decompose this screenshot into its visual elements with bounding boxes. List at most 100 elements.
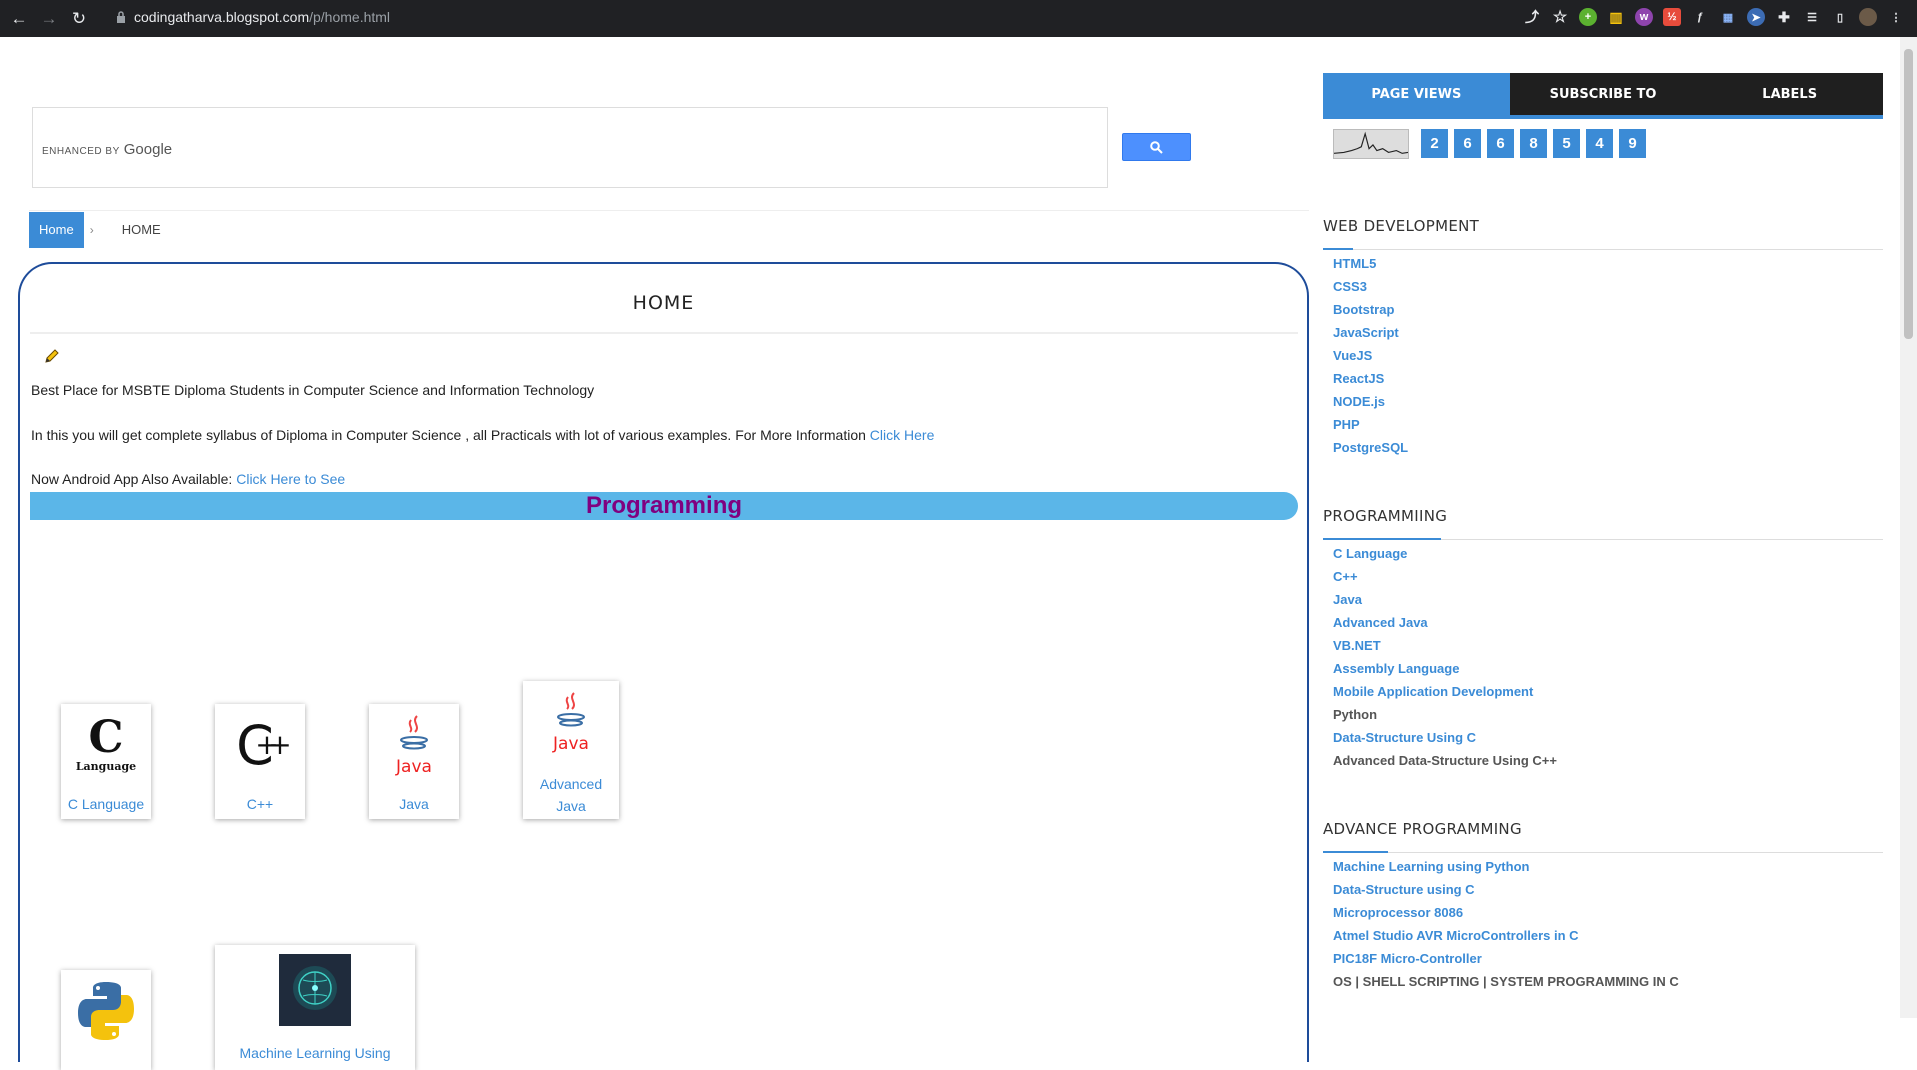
sidebar-link[interactable]: Data-Structure Using C	[1333, 730, 1476, 745]
sidebar-link[interactable]: PostgreSQL	[1333, 440, 1408, 455]
widget-divider	[1323, 851, 1883, 853]
extension-math-icon[interactable]: ½	[1663, 8, 1681, 26]
sidebar-link[interactable]: Machine Learning using Python	[1333, 859, 1529, 874]
search-input[interactable]: ENHANCED BY Google	[32, 107, 1108, 188]
forward-icon[interactable]: →	[38, 8, 60, 30]
sidebar-link[interactable]: C++	[1333, 569, 1358, 584]
list-item: C++	[1333, 565, 1557, 588]
svg-text:+: +	[255, 728, 278, 761]
list-item: PostgreSQL	[1333, 436, 1408, 459]
menu-kebab-icon[interactable]: ⋮	[1887, 8, 1905, 26]
sidebar-link[interactable]: PIC18F Micro-Controller	[1333, 951, 1482, 966]
list-item: Java	[1333, 588, 1557, 611]
search-icon	[1150, 140, 1163, 154]
sidebar-link[interactable]: OS | SHELL SCRIPTING | SYSTEM PROGRAMMIN…	[1333, 970, 1679, 993]
widget-divider	[1323, 248, 1883, 250]
sidebar-link[interactable]: HTML5	[1333, 256, 1376, 271]
sidebar-link[interactable]: VueJS	[1333, 348, 1372, 363]
tab-labels[interactable]: LABELS	[1696, 73, 1883, 115]
tab-subscribe-to[interactable]: SUBSCRIBE TO	[1510, 73, 1697, 115]
web-development-title: WEB DEVELOPMENT	[1323, 217, 1480, 235]
list-item: Mobile Application Development	[1333, 680, 1557, 703]
google-logo: Google	[123, 141, 173, 158]
card-machine-learning[interactable]: Machine Learning Using	[215, 945, 415, 1070]
programming-heading: Programming	[30, 492, 1298, 520]
profile-avatar[interactable]	[1859, 8, 1877, 26]
sidebar-link[interactable]: ReactJS	[1333, 371, 1384, 386]
sidebar-link[interactable]: Python	[1333, 703, 1557, 726]
breadcrumb-current: HOME	[121, 222, 161, 237]
widget-divider	[1323, 538, 1883, 540]
sidebar-link[interactable]: Advanced Java	[1333, 615, 1428, 630]
card-python[interactable]	[61, 970, 151, 1070]
extension-cursor-icon[interactable]: ➤	[1747, 8, 1765, 26]
pageview-digit: 6	[1454, 129, 1481, 158]
browser-toolbar: ← → ↻ codingatharva.blogspot.com/p/home.…	[0, 0, 1917, 37]
extension-green-icon[interactable]: +	[1579, 8, 1597, 26]
list-item: Machine Learning using Python	[1333, 855, 1679, 878]
sidebar-link[interactable]: Atmel Studio AVR MicroControllers in C	[1333, 928, 1579, 943]
brain-icon	[279, 954, 351, 1026]
address-bar[interactable]: codingatharva.blogspot.com/p/home.html	[116, 9, 390, 25]
search-button[interactable]	[1122, 133, 1191, 161]
extension-w-icon[interactable]: w	[1635, 8, 1653, 26]
more-info-link[interactable]: Click Here	[870, 427, 935, 443]
sidebar-link[interactable]: Java	[1333, 592, 1362, 607]
svg-text:Java: Java	[552, 734, 589, 754]
bookmark-star-icon[interactable]: ☆	[1551, 8, 1569, 26]
back-icon[interactable]: ←	[8, 8, 30, 30]
extension-chart-icon[interactable]: ▥	[1607, 8, 1625, 26]
reload-icon[interactable]: ↻	[68, 8, 90, 30]
tab-page-views[interactable]: PAGE VIEWS	[1323, 73, 1510, 115]
web-development-list: HTML5 CSS3 Bootstrap JavaScript VueJS Re…	[1333, 252, 1408, 459]
intro-line-3-text: Now Android App Also Available:	[31, 471, 233, 487]
post-container: HOME Best Place for MSBTE Diploma Studen…	[18, 262, 1309, 1070]
list-item: PHP	[1333, 413, 1408, 436]
pageview-digit: 9	[1619, 129, 1646, 158]
extension-fx-icon[interactable]: ƒ	[1691, 8, 1709, 26]
side-panel-icon[interactable]: ▯	[1831, 8, 1849, 26]
sidebar-link[interactable]: C Language	[1333, 546, 1407, 561]
sidebar-link[interactable]: VB.NET	[1333, 638, 1381, 653]
card-java[interactable]: Java Java	[369, 704, 459, 819]
breadcrumb-home-link[interactable]: Home	[29, 211, 84, 248]
sidebar-link[interactable]: Data-Structure using C	[1333, 882, 1475, 897]
edit-pencil-icon[interactable]	[44, 348, 60, 369]
page-title: HOME	[632, 292, 695, 314]
share-icon[interactable]: ⤴	[1523, 8, 1541, 26]
list-item: Assembly Language	[1333, 657, 1557, 680]
pageview-digit: 2	[1421, 129, 1448, 158]
breadcrumb-separator: ›	[89, 222, 94, 237]
advance-programming-list: Machine Learning using Python Data-Struc…	[1333, 855, 1679, 993]
card-advanced-java[interactable]: Java Advanced Java	[523, 681, 619, 819]
sidebar-link[interactable]: Bootstrap	[1333, 302, 1394, 317]
list-item: VueJS	[1333, 344, 1408, 367]
list-item: Data-Structure using C	[1333, 878, 1679, 901]
extensions-puzzle-icon[interactable]: ✚	[1775, 8, 1793, 26]
sidebar-link[interactable]: JavaScript	[1333, 325, 1399, 340]
sidebar-link[interactable]: Microprocessor 8086	[1333, 905, 1463, 920]
android-app-link[interactable]: Click Here to See	[236, 471, 345, 487]
sidebar-link[interactable]: NODE.js	[1333, 394, 1385, 409]
intro-line-1: Best Place for MSBTE Diploma Students in…	[31, 382, 595, 398]
svg-text:Language: Language	[76, 760, 136, 773]
python-icon	[78, 982, 134, 1040]
card-label: C Language	[67, 796, 145, 812]
enhanced-by-label: ENHANCED BY	[42, 146, 120, 157]
page-scrollbar[interactable]	[1900, 37, 1917, 1018]
card-c-language[interactable]: C Language C Language	[61, 704, 151, 819]
java-icon: Java	[552, 692, 589, 754]
card-cpp[interactable]: C + + C++	[215, 704, 305, 819]
java-icon: Java	[395, 715, 432, 777]
sidebar-link[interactable]: CSS3	[1333, 279, 1367, 294]
sidebar-link[interactable]: Mobile Application Development	[1333, 684, 1533, 699]
list-item: VB.NET	[1333, 634, 1557, 657]
extension-calc-icon[interactable]: ▦	[1719, 8, 1737, 26]
scrollbar-thumb[interactable]	[1904, 49, 1913, 339]
sidebar-link[interactable]: Assembly Language	[1333, 661, 1459, 676]
sidebar-link[interactable]: PHP	[1333, 417, 1360, 432]
card-label: C++	[246, 796, 274, 812]
reading-list-icon[interactable]: ☰	[1803, 8, 1821, 26]
sidebar-link[interactable]: Advanced Data-Structure Using C++	[1333, 749, 1557, 772]
pageview-digit: 8	[1520, 129, 1547, 158]
